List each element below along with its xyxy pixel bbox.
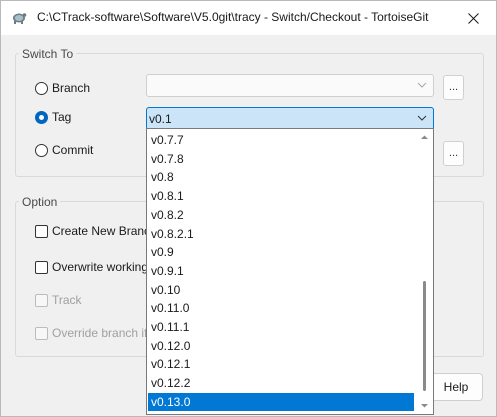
branch-combo[interactable] <box>146 74 434 97</box>
tag-combo-value: v0.1 <box>149 112 172 126</box>
window-title: C:\CTrack-software\Software\V5.0git\trac… <box>37 10 429 24</box>
tag-dropdown-list[interactable]: v0.7.7 v0.7.8 v0.8 v0.8.1 v0.8.2 v0.8.2.1 v0.9… <box>146 128 434 415</box>
tag-label: Tag <box>52 110 72 124</box>
dropdown-item[interactable]: v0.9 <box>148 243 414 262</box>
create-new-branch-checkbox[interactable]: Create New Branch <box>35 224 157 238</box>
tag-combo[interactable]: v0.1 <box>146 107 434 130</box>
option-label: Option <box>19 195 61 209</box>
dropdown-item[interactable]: v0.11.0 <box>148 299 414 318</box>
tag-radio[interactable]: Tag <box>35 110 71 124</box>
close-button[interactable] <box>451 1 496 35</box>
override-branch-box <box>35 326 48 340</box>
tortoisegit-icon <box>13 13 27 24</box>
branch-browse-button[interactable]: ... <box>443 75 464 100</box>
overwrite-working-label: Overwrite working <box>52 260 149 274</box>
dropdown-item[interactable]: v0.8.2.1 <box>148 225 414 244</box>
track-label: Track <box>52 293 82 307</box>
dropdown-item[interactable]: v0.10 <box>148 281 414 300</box>
close-icon <box>468 12 479 24</box>
overwrite-working-checkbox[interactable]: Overwrite working <box>35 260 148 274</box>
dropdown-item[interactable]: v0.12.2 <box>148 374 414 393</box>
switch-to-label: Switch To <box>19 47 77 61</box>
branch-radio[interactable]: Branch <box>35 81 90 95</box>
branch-radio-button[interactable] <box>35 81 48 95</box>
dropdown-item[interactable]: v0.12.0 <box>148 337 414 356</box>
dropdown-item[interactable]: v0.8.1 <box>148 187 414 206</box>
commit-browse-button[interactable]: ... <box>443 141 464 166</box>
dropdown-item[interactable]: v0.12.1 <box>148 355 414 374</box>
scroll-up-icon[interactable] <box>420 133 429 142</box>
track-box <box>35 293 48 307</box>
dropdown-scrollbar[interactable] <box>415 129 433 414</box>
help-label: Help <box>443 380 469 394</box>
override-branch-label: Override branch if <box>52 326 148 340</box>
chevron-down-icon <box>417 115 427 121</box>
commit-label: Commit <box>52 143 94 157</box>
dropdown-item[interactable]: v0.8.2 <box>148 206 414 225</box>
dropdown-item[interactable]: v0.11.1 <box>148 318 414 337</box>
override-branch-checkbox: Override branch if <box>35 326 147 340</box>
tag-radio-button[interactable] <box>35 110 48 124</box>
commit-radio[interactable]: Commit <box>35 143 93 157</box>
dropdown-item[interactable]: v0.9.1 <box>148 262 414 281</box>
dropdown-item[interactable]: v0.13.0 <box>148 392 414 412</box>
create-new-branch-box[interactable] <box>35 224 48 238</box>
commit-radio-button[interactable] <box>35 143 48 157</box>
scroll-down-icon[interactable] <box>420 401 429 410</box>
create-new-branch-label: Create New Branch <box>52 224 157 238</box>
overwrite-working-box[interactable] <box>35 260 48 274</box>
title-bar[interactable]: C:\CTrack-software\Software\V5.0git\trac… <box>1 1 496 35</box>
track-checkbox: Track <box>35 293 82 307</box>
dropdown-item[interactable]: v0.7.8 <box>148 150 414 169</box>
dropdown-item[interactable]: v0.8 <box>148 168 414 187</box>
switch-checkout-dialog: C:\CTrack-software\Software\V5.0git\trac… <box>0 0 497 417</box>
chevron-down-icon <box>417 82 427 88</box>
scroll-thumb[interactable] <box>423 281 426 391</box>
branch-label: Branch <box>52 81 91 95</box>
dropdown-item[interactable]: v0.7.7 <box>148 131 414 150</box>
